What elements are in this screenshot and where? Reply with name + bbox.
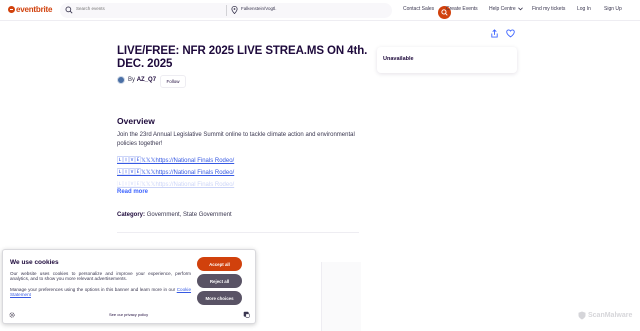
nav-help-centre-label: Help Centre xyxy=(489,6,516,12)
section-divider xyxy=(117,232,359,233)
follow-button[interactable]: Follow xyxy=(160,75,186,88)
cookie-banner: We use cookies Our website uses cookies … xyxy=(2,249,256,324)
privacy-policy-link[interactable]: See our privacy policy xyxy=(109,312,148,317)
site-header: eventbrite Contact Sales Create Events H… xyxy=(0,0,640,21)
more-choices-button[interactable]: More choices xyxy=(197,291,242,305)
organizer-byline: By AZ_Q7 xyxy=(128,77,156,83)
map-panel xyxy=(321,262,361,331)
overview-description: Join the 23rd Annual Legislative Summit … xyxy=(117,132,355,147)
availability-status: Unavailable xyxy=(383,56,414,62)
organizer-avatar[interactable] xyxy=(117,76,125,84)
category-value[interactable]: Government, State Government xyxy=(147,212,232,218)
eventbrite-logo-icon xyxy=(8,6,15,13)
cookie-manager-icon[interactable] xyxy=(243,311,250,318)
category-label: Category: xyxy=(117,212,146,218)
search-input[interactable] xyxy=(76,6,226,11)
nav-create-events[interactable]: Create Events xyxy=(446,6,478,12)
shield-icon xyxy=(578,311,586,320)
cookie-manage-prefix: Manage your preferences using the option… xyxy=(10,287,176,292)
ticket-card: Unavailable xyxy=(377,47,517,73)
cookie-description: Our website uses cookies to personalize … xyxy=(10,271,191,282)
nav-help-centre[interactable]: Help Centre xyxy=(489,6,523,12)
event-link-faded[interactable]: 🄻🄸🅅🄴𝕏𝕏𝕏https://National Finals Rodeo/ xyxy=(117,179,234,188)
event-title: LIVE/FREE: NFR 2025 LIVE STREA.MS ON 4th… xyxy=(117,45,368,70)
search-icon xyxy=(65,6,73,14)
search-bar xyxy=(60,3,451,19)
overview-heading: Overview xyxy=(117,116,155,126)
cookie-title: We use cookies xyxy=(10,259,59,266)
search-divider xyxy=(226,5,227,16)
watermark: ScanMalware xyxy=(578,311,632,320)
nav-log-in[interactable]: Log In xyxy=(577,6,591,12)
reject-all-button[interactable]: Reject all xyxy=(197,274,242,288)
nav-contact-sales[interactable]: Contact Sales xyxy=(403,6,434,12)
event-link[interactable]: 🄻🄸🅅🄴𝕏𝕏𝕏https://National Finals Rodeo/ xyxy=(117,155,234,164)
accept-all-button[interactable]: Accept all xyxy=(197,257,242,271)
location-input[interactable] xyxy=(241,6,381,11)
share-icon[interactable] xyxy=(490,29,499,38)
read-more-link[interactable]: Read more xyxy=(117,189,148,195)
location-pin-icon xyxy=(231,6,238,14)
organizer-name[interactable]: AZ_Q7 xyxy=(137,77,156,83)
nav-sign-up[interactable]: Sign Up xyxy=(604,6,622,12)
organizer-info: By AZ_Q7 xyxy=(117,76,156,84)
settings-icon[interactable] xyxy=(9,312,15,318)
watermark-text: ScanMalware xyxy=(588,312,633,319)
heart-icon[interactable] xyxy=(506,29,515,38)
chevron-down-icon xyxy=(517,7,523,11)
eventbrite-logo[interactable]: eventbrite xyxy=(8,5,52,14)
nav-find-tickets[interactable]: Find my tickets xyxy=(532,6,565,12)
category-line: Category: Government, State Government xyxy=(117,212,232,218)
event-link[interactable]: 🄻🄸🅅🄴𝕏𝕏𝕏https://National Finals Rodeo/ xyxy=(117,167,234,176)
by-prefix: By xyxy=(128,77,136,83)
cookie-manage-text: Manage your preferences using the option… xyxy=(10,287,191,298)
logo-text: eventbrite xyxy=(16,5,53,14)
